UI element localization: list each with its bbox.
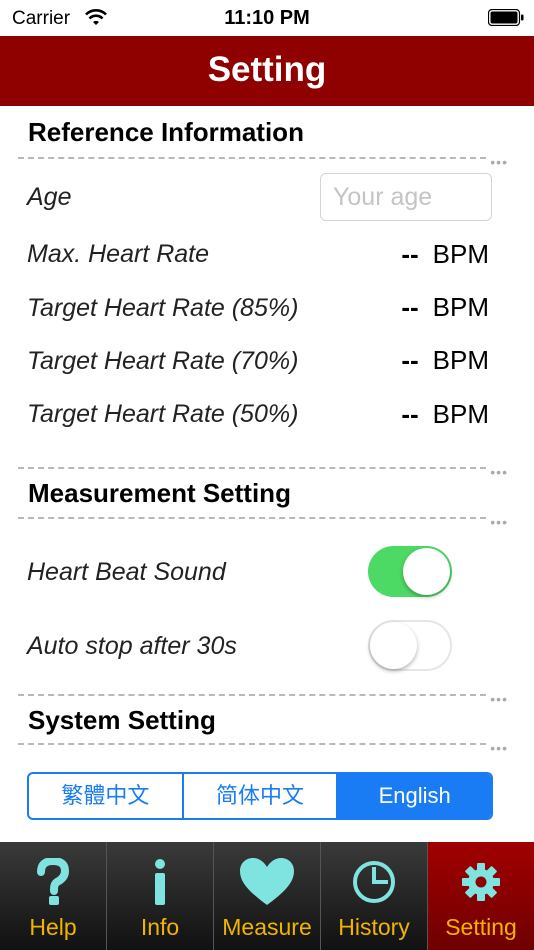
language-option-traditional-chinese[interactable]: 繁體中文 — [29, 774, 184, 818]
heart-beat-sound-toggle[interactable] — [368, 546, 452, 597]
question-icon — [37, 858, 70, 905]
tab-label: Setting — [445, 914, 517, 940]
max-heart-rate-number: -- — [401, 239, 419, 269]
age-label: Age — [27, 183, 72, 211]
tab-label: Measure — [222, 914, 312, 940]
tab-measure[interactable]: Measure — [214, 842, 321, 950]
age-input[interactable] — [320, 173, 492, 221]
toggle-knob — [370, 622, 417, 669]
gear-icon — [462, 863, 500, 901]
tab-bar: Help Info Measure History Setting — [0, 842, 534, 950]
tab-label: Info — [140, 914, 180, 940]
language-option-english[interactable]: English — [338, 774, 491, 818]
auto-stop-toggle[interactable] — [368, 620, 452, 671]
section-divider — [18, 157, 486, 159]
target-70-unit: BPM — [432, 345, 489, 375]
tab-setting[interactable]: Setting — [428, 842, 534, 950]
divider-dots: ••• — [490, 154, 508, 170]
info-icon — [155, 859, 165, 905]
divider-dots: ••• — [490, 464, 508, 480]
target-50-unit: BPM — [432, 399, 489, 429]
auto-stop-label: Auto stop after 30s — [27, 632, 237, 660]
target-85-value: -- BPM — [401, 292, 489, 323]
target-85-unit: BPM — [432, 292, 489, 322]
max-heart-rate-label: Max. Heart Rate — [27, 240, 210, 268]
tab-label: Help — [29, 914, 77, 940]
pie-chart-icon — [353, 861, 395, 903]
tab-help[interactable]: Help — [0, 842, 107, 950]
toggle-knob — [403, 548, 450, 595]
target-70-number: -- — [401, 345, 419, 375]
language-selector[interactable]: 繁體中文 简体中文 English — [27, 772, 493, 820]
target-50-label: Target Heart Rate (50%) — [27, 400, 299, 428]
section-divider — [18, 467, 486, 469]
battery-icon — [488, 9, 524, 26]
heart-icon — [240, 858, 294, 905]
section-divider — [18, 694, 486, 696]
language-option-simplified-chinese[interactable]: 简体中文 — [184, 774, 339, 818]
status-bar: Carrier 11:10 PM — [0, 0, 534, 36]
page-title: Setting — [207, 50, 327, 89]
tab-info[interactable]: Info — [107, 842, 214, 950]
max-heart-rate-unit: BPM — [432, 239, 489, 269]
target-70-value: -- BPM — [401, 345, 489, 376]
section-title-measurement: Measurement Setting — [28, 478, 291, 508]
tab-label: History — [338, 914, 410, 940]
section-divider — [18, 743, 486, 745]
target-50-number: -- — [401, 399, 419, 429]
target-85-number: -- — [401, 292, 419, 322]
divider-dots: ••• — [490, 740, 508, 756]
divider-dots: ••• — [490, 691, 508, 707]
section-title-reference: Reference Information — [28, 117, 304, 147]
tab-history[interactable]: History — [321, 842, 428, 950]
navigation-bar: Setting — [0, 36, 534, 106]
divider-dots: ••• — [490, 514, 508, 530]
clock: 11:10 PM — [224, 7, 310, 29]
target-85-label: Target Heart Rate (85%) — [27, 294, 299, 322]
max-heart-rate-value: -- BPM — [401, 239, 489, 270]
heart-beat-sound-label: Heart Beat Sound — [27, 558, 226, 586]
section-divider — [18, 517, 486, 519]
target-50-value: -- BPM — [401, 399, 489, 430]
section-title-system: System Setting — [28, 705, 216, 735]
target-70-label: Target Heart Rate (70%) — [27, 347, 299, 375]
